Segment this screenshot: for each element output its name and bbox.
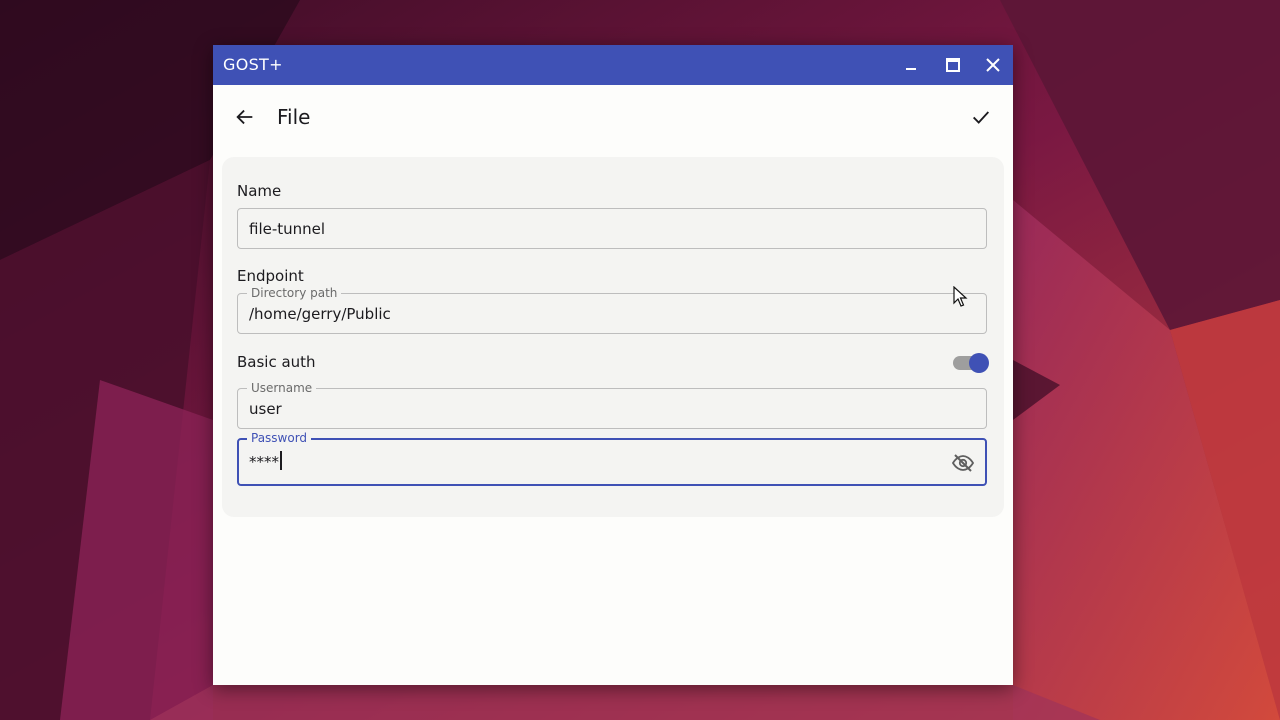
minimize-button[interactable] bbox=[891, 45, 931, 85]
close-button[interactable] bbox=[973, 45, 1013, 85]
mouse-pointer-icon bbox=[953, 286, 968, 307]
basic-auth-toggle[interactable] bbox=[953, 351, 991, 375]
app-window: GOST+ File Name file-tunnel Endpoint Dir… bbox=[213, 45, 1013, 685]
name-label: Name bbox=[237, 182, 282, 200]
directory-path-value: /home/gerry/Public bbox=[249, 305, 391, 323]
username-value: user bbox=[249, 400, 282, 418]
toggle-password-visibility-button[interactable] bbox=[951, 451, 975, 475]
username-legend: Username bbox=[247, 381, 317, 395]
maximize-icon bbox=[946, 58, 960, 72]
directory-path-field[interactable]: Directory path /home/gerry/Public bbox=[237, 286, 987, 334]
password-value-wrap: **** bbox=[249, 451, 282, 472]
maximize-button[interactable] bbox=[933, 45, 973, 85]
minimize-icon bbox=[906, 68, 916, 70]
check-icon bbox=[973, 111, 990, 124]
window-titlebar[interactable]: GOST+ bbox=[213, 45, 1013, 85]
confirm-button[interactable] bbox=[965, 101, 997, 133]
app-bar: File bbox=[213, 85, 1013, 149]
back-button[interactable] bbox=[229, 101, 261, 133]
arrow-back-icon bbox=[236, 109, 253, 125]
window-title: GOST+ bbox=[223, 55, 283, 74]
toggle-thumb bbox=[969, 353, 989, 373]
password-value: **** bbox=[249, 453, 279, 471]
password-legend: Password bbox=[247, 431, 312, 445]
endpoint-label: Endpoint bbox=[237, 267, 304, 285]
name-field[interactable]: file-tunnel bbox=[237, 208, 987, 249]
text-caret bbox=[280, 451, 282, 470]
eye-off-icon bbox=[951, 454, 975, 472]
directory-path-legend: Directory path bbox=[247, 286, 342, 300]
name-field-value: file-tunnel bbox=[249, 220, 326, 238]
settings-card: Name file-tunnel Endpoint Directory path… bbox=[222, 157, 1004, 517]
page-title: File bbox=[277, 105, 311, 129]
username-field[interactable]: Username user bbox=[237, 381, 987, 429]
basic-auth-label: Basic auth bbox=[237, 353, 316, 371]
password-field[interactable]: Password **** bbox=[237, 431, 987, 486]
close-icon bbox=[986, 58, 1000, 72]
